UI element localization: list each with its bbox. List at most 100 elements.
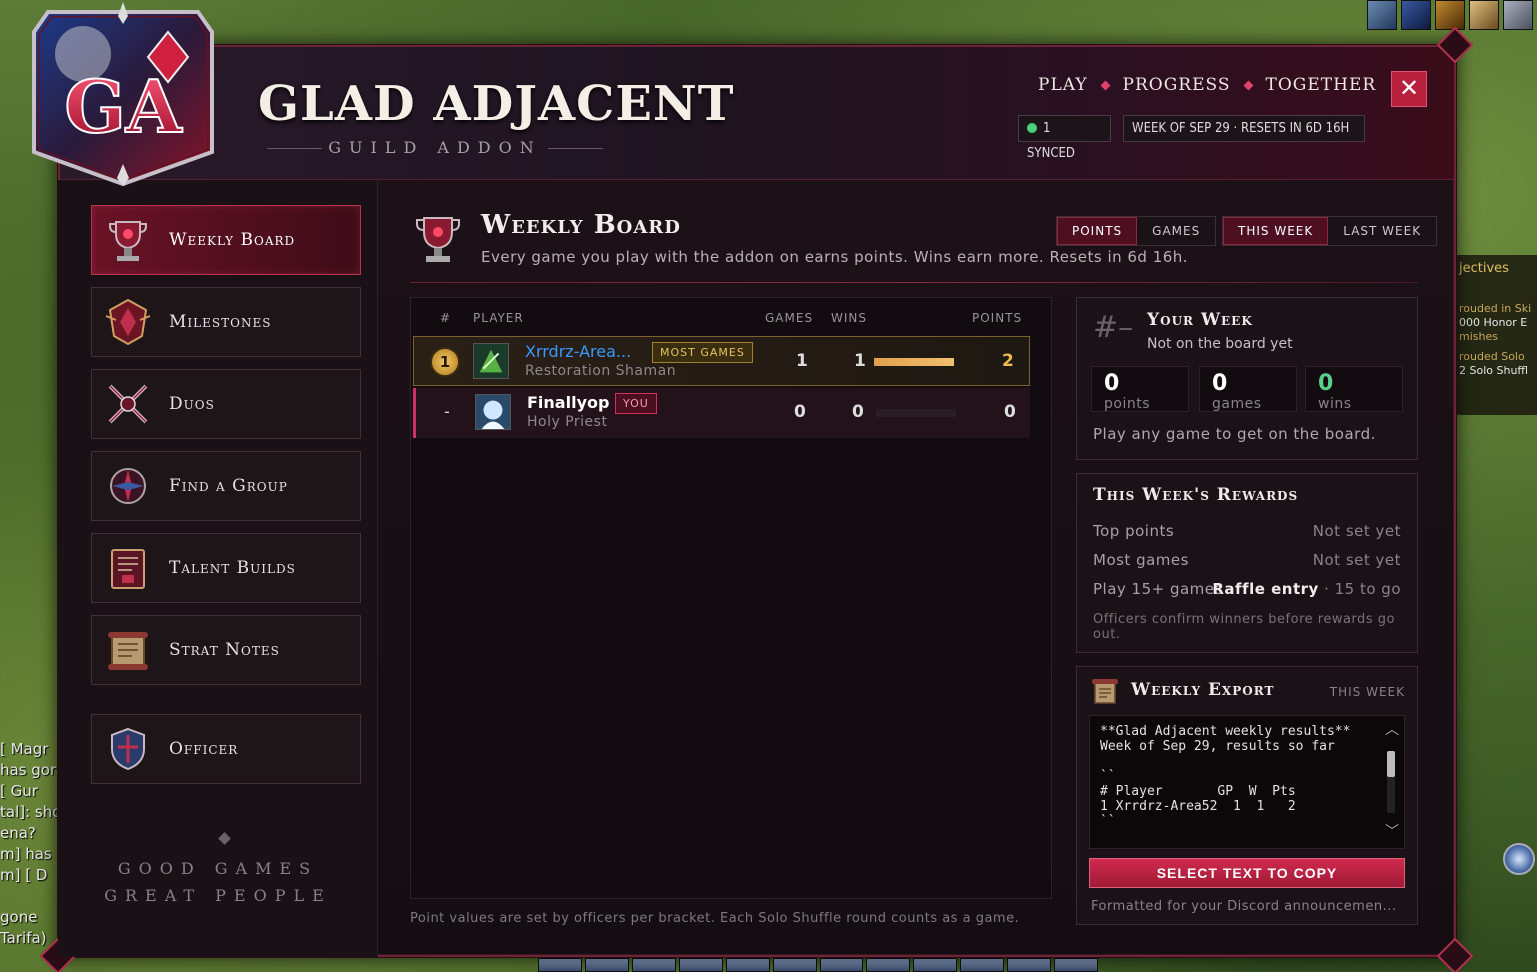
action-button[interactable]	[678, 958, 723, 972]
action-button[interactable]	[960, 958, 1005, 972]
action-bar	[538, 958, 1099, 972]
player-name[interactable]: Finallyop	[527, 393, 609, 412]
objective-line: mishes	[1459, 330, 1498, 343]
points-toggle-button[interactable]: POINTS	[1057, 217, 1138, 245]
your-week-status: Not on the board yet	[1147, 336, 1293, 352]
table-row[interactable]: - Finallyop YOU Holy Priest 0 0 0	[413, 388, 1030, 438]
buff-icon[interactable]	[1469, 0, 1499, 30]
table-row[interactable]: 1 Xrrdrz-Area... MOST GAMES Restoration …	[413, 336, 1030, 386]
buff-icon[interactable]	[1401, 0, 1431, 30]
action-button[interactable]	[538, 958, 582, 972]
class-icon-shaman	[473, 343, 509, 379]
raffle-entry-label: Raffle entry	[1212, 580, 1319, 598]
crossed-swords-icon	[100, 376, 156, 432]
last-week-toggle-button[interactable]: LAST WEEK	[1328, 217, 1436, 245]
sidebar-item-milestones[interactable]: Milestones	[91, 287, 361, 357]
export-textarea[interactable]: **Glad Adjacent weekly results** Week of…	[1089, 715, 1405, 849]
action-button[interactable]	[913, 958, 958, 972]
wins-stat-value: 0	[1318, 371, 1334, 396]
sync-status-dot-icon	[1027, 123, 1037, 133]
scrollbar-thumb[interactable]	[1387, 751, 1395, 777]
action-button[interactable]	[819, 958, 864, 972]
minimap-button[interactable]	[1503, 843, 1535, 875]
sidebar-item-officer[interactable]: Officer	[91, 714, 361, 784]
app-subtitle: GUILD ADDON	[267, 138, 603, 157]
sidebar-item-label: Talent Builds	[169, 558, 296, 578]
sidebar-item-label: Find a Group	[169, 476, 288, 496]
tagline-word: PLAY	[1038, 75, 1088, 95]
buff-icon[interactable]	[1503, 0, 1533, 30]
logo-text: GA	[64, 64, 182, 149]
player-name[interactable]: Xrrdrz-Area...	[525, 342, 631, 361]
reward-row: Top points Not set yet	[1093, 522, 1401, 544]
rank-value: -	[444, 402, 450, 421]
points-stat: 0 points	[1091, 366, 1189, 412]
points-value: 0	[1004, 402, 1016, 422]
diamond-divider-icon	[218, 832, 231, 845]
games-value: 0	[794, 402, 806, 422]
column-header-rank: #	[440, 311, 452, 325]
page-description: Every game you play with the addon on ea…	[481, 248, 1189, 266]
most-games-badge: MOST GAMES	[652, 342, 753, 363]
sidebar-motto-line1: GOOD GAMES	[117, 859, 319, 878]
objective-tracker-heading: jectives	[1459, 261, 1509, 276]
rewards-title: This Week's Rewards	[1093, 485, 1299, 505]
scroll-up-icon[interactable]: ︿	[1385, 719, 1399, 739]
scroll-icon	[1092, 679, 1118, 704]
compass-icon	[100, 458, 156, 514]
action-button[interactable]	[772, 958, 817, 972]
scroll-down-icon[interactable]: ﹀	[1385, 821, 1399, 841]
buff-icon[interactable]	[1435, 0, 1465, 30]
points-bar	[876, 409, 956, 417]
your-week-title: Your Week	[1147, 310, 1253, 330]
points-bar-fill	[874, 358, 954, 366]
sidebar-item-label: Duos	[169, 394, 215, 414]
week-info-badge: WEEK OF SEP 29 · RESETS IN 6D 16H	[1123, 115, 1365, 142]
sync-status-badge: 1 SYNCED	[1018, 115, 1111, 161]
player-class: Holy Priest	[527, 414, 608, 430]
sidebar-item-label: Officer	[169, 739, 239, 759]
select-text-to-copy-button[interactable]: SELECT TEXT TO COPY	[1089, 858, 1405, 888]
action-button[interactable]	[866, 958, 911, 972]
sidebar-item-label: Milestones	[169, 312, 272, 332]
reward-row: Play 15+ games Raffle entry · 15 to go	[1093, 580, 1401, 602]
games-stat: 0 games	[1199, 366, 1297, 412]
rewards-note: Officers confirm winners before rewards …	[1093, 612, 1395, 642]
tagline-word: PROGRESS	[1122, 75, 1231, 95]
app-title: GLAD ADJACENT	[258, 76, 735, 132]
column-header-wins: WINS	[831, 311, 867, 325]
this-week-toggle-button[interactable]: THIS WEEK	[1223, 217, 1329, 245]
sidebar-item-strat-notes[interactable]: Strat Notes	[91, 615, 361, 685]
close-button[interactable]: ✕	[1391, 71, 1427, 107]
games-stat-value: 0	[1212, 371, 1228, 396]
action-button[interactable]	[1054, 958, 1099, 972]
shield-icon	[100, 721, 156, 777]
tagline: PLAY PROGRESS TOGETHER	[1038, 75, 1376, 95]
column-header-player: PLAYER	[473, 311, 524, 325]
sidebar-item-talent-builds[interactable]: Talent Builds	[91, 533, 361, 603]
reward-value: Not set yet	[1312, 551, 1401, 569]
sidebar-item-label: Strat Notes	[169, 640, 280, 660]
action-button[interactable]	[1007, 958, 1052, 972]
buff-bar	[1367, 0, 1537, 30]
sidebar-motto-line2: GREAT PEOPLE	[104, 886, 332, 905]
games-toggle-button[interactable]: GAMES	[1137, 217, 1215, 245]
objective-tracker[interactable]: jectives rouded in Ski 000 Honor Emishes r…	[1455, 255, 1537, 415]
sidebar-item-find-a-group[interactable]: Find a Group	[91, 451, 361, 521]
sidebar-item-duos[interactable]: Duos	[91, 369, 361, 439]
sidebar-item-weekly-board[interactable]: Weekly Board	[91, 205, 361, 275]
raffle-progress: · 15 to go	[1318, 580, 1401, 598]
your-week-hint: Play any game to get on the board.	[1093, 425, 1376, 443]
buff-icon[interactable]	[1367, 0, 1397, 30]
export-scope: THIS WEEK	[1329, 685, 1405, 699]
diamond-divider-icon	[1100, 80, 1110, 90]
action-button[interactable]	[631, 958, 676, 972]
points-value: 2	[1002, 351, 1014, 371]
points-bar	[874, 358, 954, 366]
action-button[interactable]	[725, 958, 770, 972]
wins-stat: 0 wins	[1305, 366, 1403, 412]
export-caption: Formatted for your Discord announcemen..…	[1091, 899, 1397, 914]
action-button[interactable]	[584, 958, 629, 972]
export-title: Weekly Export	[1131, 680, 1275, 700]
export-card: Weekly Export THIS WEEK **Glad Adjacent …	[1076, 666, 1418, 925]
